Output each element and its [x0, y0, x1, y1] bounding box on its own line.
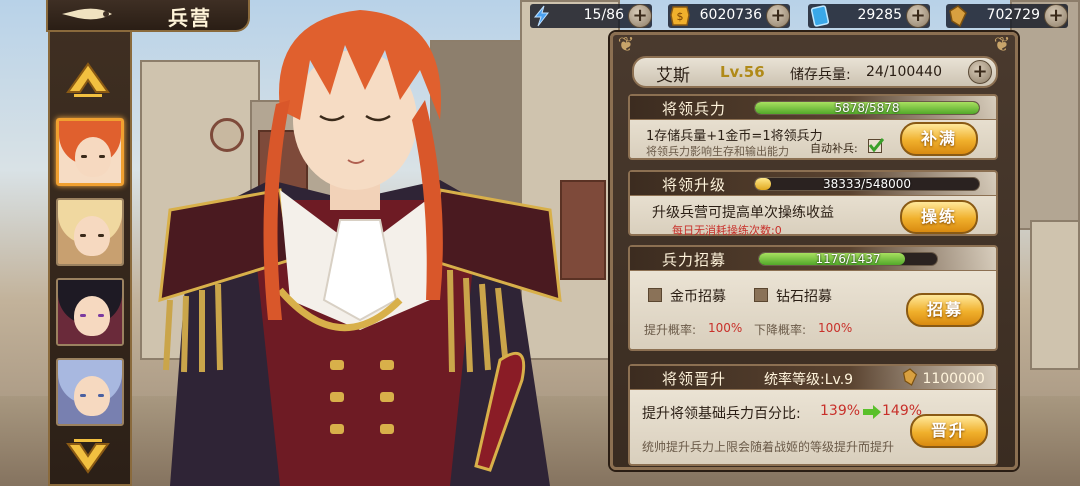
add-stock-button[interactable]: +	[968, 60, 992, 84]
lightning-icon	[533, 5, 550, 27]
scroll-up-button[interactable]	[66, 62, 110, 100]
progress-text: 38333/548000	[822, 177, 912, 191]
svg-text:$: $	[677, 10, 684, 23]
gold-coin-icon: $	[670, 6, 690, 26]
drill-button[interactable]: 操练	[900, 200, 978, 234]
down-rate-label: 下降概率:	[754, 323, 807, 337]
gold-recruit-label: 金币招募	[670, 289, 726, 305]
add-medal-button[interactable]: +	[1044, 4, 1068, 28]
chevron-up-icon	[66, 62, 110, 97]
command-rank: 统率等级:Lv.9	[764, 372, 854, 388]
section-title: 将领晋升	[662, 370, 727, 388]
progress-text: 1176/1437	[815, 252, 881, 266]
refill-button[interactable]: 补满	[900, 122, 978, 156]
auto-refill-checkbox[interactable]	[868, 138, 884, 153]
gold-value: 6020736	[699, 7, 762, 23]
hero-portrait-4[interactable]	[56, 358, 124, 426]
promote-button[interactable]: 晋升	[910, 414, 988, 448]
resource-diamond: 29285 +	[808, 4, 930, 28]
recruit-button[interactable]: 招募	[906, 293, 984, 327]
chevron-down-icon	[66, 439, 110, 474]
back-button[interactable]	[58, 4, 118, 26]
hero-portrait-ace[interactable]	[56, 118, 124, 186]
card-icon	[810, 5, 830, 27]
medal-value: 702729	[986, 7, 1040, 23]
back-arrow-icon	[62, 8, 112, 20]
top-title-bar: 兵营	[46, 0, 250, 32]
ornament-icon: ❦	[993, 32, 1011, 56]
section-power: 将领兵力 5878/5878 1存储兵量+1金币=1将领兵力 将领兵力影响生存和…	[628, 94, 998, 160]
stock-value: 24/100440	[866, 64, 942, 80]
hero-level: Lv.56	[720, 63, 765, 81]
resource-stamina: 15/86 +	[530, 4, 652, 28]
hero-character-art	[158, 10, 562, 486]
promote-cost: 1100000	[902, 368, 985, 387]
page-title: 兵营	[168, 6, 212, 30]
up-rate-value: 100%	[708, 321, 743, 335]
add-stamina-button[interactable]: +	[628, 4, 652, 28]
add-diamond-button[interactable]: +	[906, 4, 930, 28]
section-upgrade: 将领升级 38333/548000 升级兵营可提高单次操练收益 每日无消耗操练次…	[628, 170, 998, 237]
promote-from-value: 139%	[820, 403, 861, 419]
recruit-progress-bar: 1176/1437	[758, 252, 938, 266]
ornament-icon: ❦	[617, 32, 635, 56]
upgrade-progress-bar: 38333/548000	[754, 177, 980, 191]
arrow-right-icon	[863, 405, 881, 419]
add-gold-button[interactable]: +	[766, 4, 790, 28]
check-icon	[868, 138, 884, 153]
promote-hint: 统帅提升兵力上限会随着战姬的等级提升而提升	[642, 440, 895, 454]
section-promote: 将领晋升 统率等级:Lv.9 1100000 提升将领基础兵力百分比: 139%…	[628, 364, 998, 466]
diamond-recruit-label: 钻石招募	[776, 289, 832, 305]
hero-portrait-3[interactable]	[56, 278, 124, 346]
free-drill-count: 每日无消耗操练次数:0	[672, 224, 782, 237]
section-title: 兵力招募	[662, 251, 727, 269]
down-rate-value: 100%	[818, 321, 853, 335]
stamina-value: 15/86	[583, 7, 624, 23]
power-hint: 将领兵力影响生存和输出能力	[646, 145, 789, 158]
section-title: 将领升级	[662, 176, 727, 194]
hero-name: 艾斯	[656, 66, 690, 86]
diamond-recruit-checkbox[interactable]	[754, 288, 768, 302]
upgrade-description: 升级兵营可提高单次操练收益	[652, 205, 834, 221]
resource-gold: $ 6020736 +	[668, 4, 790, 28]
up-rate-label: 提升概率:	[644, 323, 697, 337]
medal-icon	[902, 368, 918, 386]
stock-label: 储存兵量:	[790, 67, 851, 83]
power-progress-bar: 5878/5878	[754, 101, 980, 115]
scroll-down-button[interactable]	[66, 436, 110, 474]
section-title: 将领兵力	[662, 100, 727, 118]
gold-recruit-checkbox[interactable]	[648, 288, 662, 302]
diamond-value: 29285	[857, 7, 902, 23]
power-formula: 1存储兵量+1金币=1将领兵力	[646, 129, 823, 144]
promote-effect-label: 提升将领基础兵力百分比:	[642, 406, 801, 422]
hero-portrait-2[interactable]	[56, 198, 124, 266]
resource-medal: 702729 +	[946, 4, 1068, 28]
hero-info-header: 艾斯 Lv.56 储存兵量: 24/100440 +	[632, 56, 998, 88]
medal-icon	[949, 5, 967, 27]
auto-refill-label: 自动补兵:	[810, 142, 858, 155]
promote-cost-value: 1100000	[922, 371, 985, 387]
progress-text: 5878/5878	[834, 101, 900, 115]
section-recruit: 兵力招募 1176/1437 金币招募 钻石招募 提升概率: 100% 下降概率…	[628, 245, 998, 351]
